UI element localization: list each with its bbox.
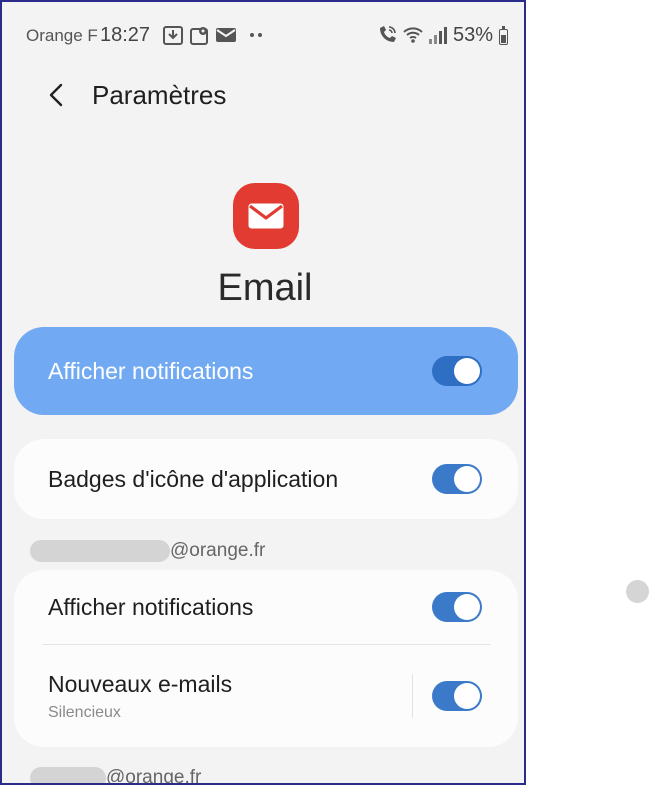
new-emails-row[interactable]: Nouveaux e-mails Silencieux — [14, 645, 518, 747]
status-time: 18:27 — [100, 24, 151, 46]
status-bar: Orange F 18:27 53% — [2, 2, 524, 72]
account-notifications-row[interactable]: Afficher notifications — [14, 570, 518, 644]
account-settings-card: Afficher notifications Nouveaux e-mails … — [14, 570, 518, 747]
mail-status-icon — [216, 28, 236, 42]
battery-icon — [499, 26, 508, 45]
new-emails-toggle[interactable] — [432, 681, 482, 711]
more-notifications-icon — [250, 33, 262, 37]
badges-toggle[interactable] — [432, 464, 482, 494]
redacted-account-name — [30, 767, 106, 783]
signal-icon — [429, 27, 447, 44]
badges-row[interactable]: Badges d'icône d'application — [14, 439, 518, 519]
app-name: Email — [217, 267, 313, 309]
vertical-divider — [412, 674, 413, 718]
main-notifications-card: Afficher notifications — [14, 327, 518, 415]
account-notifications-toggle[interactable] — [432, 592, 482, 622]
page-title: Paramètres — [92, 80, 227, 110]
wifi-calling-icon — [380, 26, 396, 42]
account-header: @orange.fr — [30, 766, 202, 785]
account-domain: @orange.fr — [170, 540, 266, 561]
assistive-touch-dot[interactable] — [626, 580, 649, 603]
phone-screen: Orange F 18:27 53% Paramètres Email Affi… — [0, 0, 526, 785]
main-notifications-row[interactable]: Afficher notifications — [14, 327, 518, 415]
main-notifications-toggle[interactable] — [432, 356, 482, 386]
mail-icon — [233, 183, 299, 249]
account-domain: @orange.fr — [106, 767, 202, 785]
location-icon — [190, 27, 208, 45]
carrier-name: Orange F — [26, 26, 98, 45]
wifi-icon — [403, 27, 423, 43]
account-header: @orange.fr — [30, 539, 265, 563]
download-icon — [163, 26, 183, 45]
redacted-account-name — [30, 540, 170, 562]
back-arrow-icon[interactable] — [42, 80, 72, 110]
battery-level: 53% — [453, 24, 494, 46]
badges-card: Badges d'icône d'application — [14, 439, 518, 519]
